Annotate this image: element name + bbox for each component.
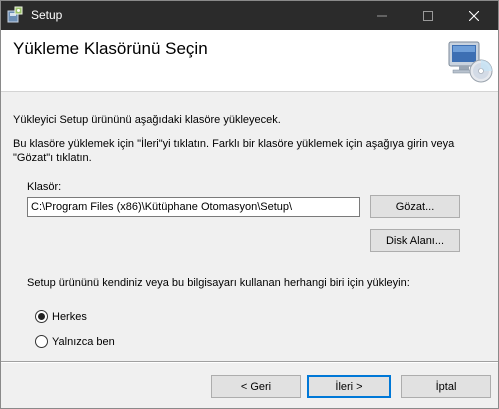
browse-button[interactable]: Gözat...	[370, 195, 460, 218]
header-banner: Yükleme Klasörünü Seçin	[1, 30, 498, 92]
setup-window: Setup Yükleme Klasörünü Seçin Yükleyici …	[0, 0, 499, 409]
computer-cd-icon	[448, 41, 493, 83]
close-icon	[469, 10, 479, 21]
radio-button-unchecked[interactable]	[35, 335, 48, 348]
next-button[interactable]: İleri >	[307, 375, 391, 398]
window-title: Setup	[31, 8, 63, 22]
folder-path-input[interactable]	[27, 197, 360, 217]
disk-space-button[interactable]: Disk Alanı...	[370, 229, 460, 252]
page-title: Yükleme Klasörünü Seçin	[13, 39, 208, 58]
setup-app-icon	[7, 6, 23, 23]
radio-just-me[interactable]: Yalnızca ben	[35, 335, 115, 348]
radio-everyone[interactable]: Herkes	[35, 310, 87, 323]
description-line2: Bu klasöre yüklemek için "İleri"yi tıkla…	[13, 138, 455, 164]
maximize-icon	[423, 10, 433, 21]
radio-just-me-label: Yalnızca ben	[52, 335, 115, 348]
footer-separator	[1, 361, 498, 363]
close-button[interactable]	[451, 1, 497, 30]
radio-button-checked[interactable]	[35, 310, 48, 323]
maximize-button[interactable]	[405, 1, 451, 30]
minimize-button[interactable]	[359, 1, 405, 30]
minimize-icon	[377, 15, 387, 16]
title-bar[interactable]: Setup	[1, 1, 498, 30]
description-line1: Yükleyici Setup ürününü aşağıdaki klasör…	[13, 114, 281, 126]
back-button[interactable]: < Geri	[211, 375, 301, 398]
cancel-button[interactable]: İptal	[401, 375, 491, 398]
folder-label: Klasör:	[27, 181, 62, 193]
radio-everyone-label: Herkes	[52, 310, 87, 323]
install-for-label: Setup ürününü kendiniz veya bu bilgisaya…	[27, 277, 410, 289]
